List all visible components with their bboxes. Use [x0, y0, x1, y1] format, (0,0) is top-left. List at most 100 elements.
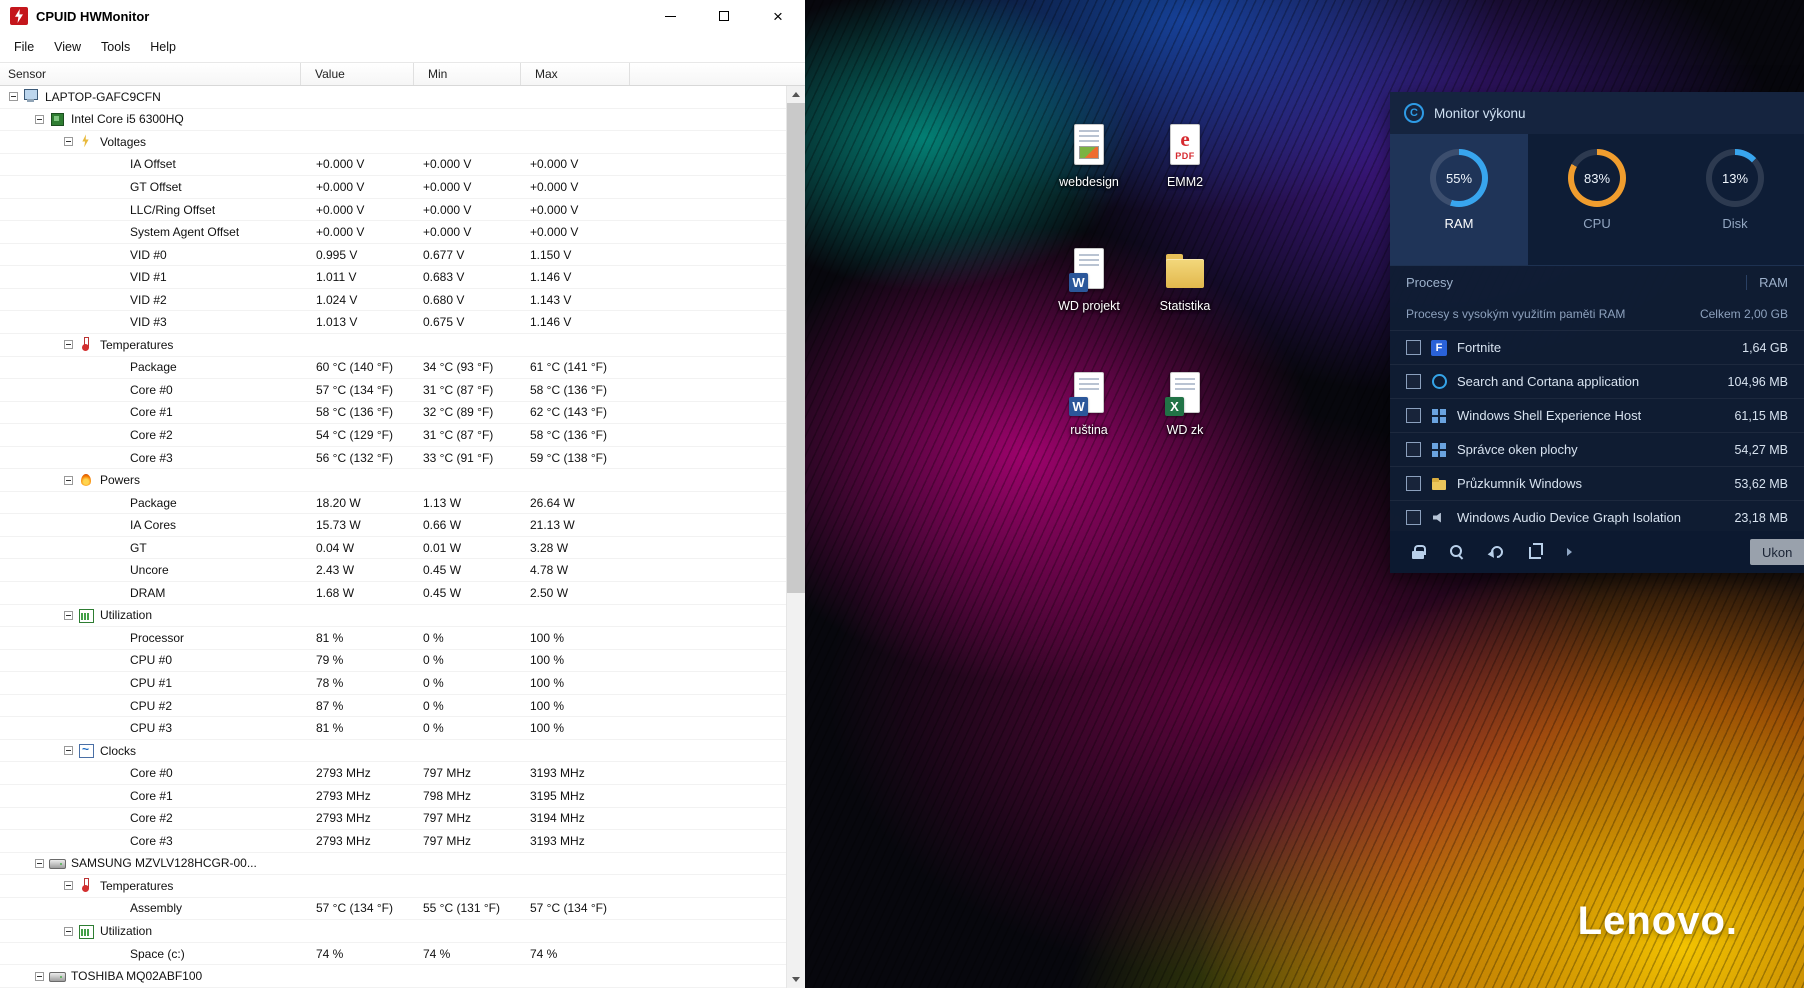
tree-row[interactable]: GT0.04 W0.01 W3.28 W	[0, 537, 786, 560]
gauge-tab-ram[interactable]: 55%RAM	[1390, 134, 1528, 265]
tree-row[interactable]: TOSHIBA MQ02ABF100	[0, 965, 786, 988]
tree-row[interactable]: CPU #287 %0 %100 %	[0, 695, 786, 718]
gauge-tab-cpu[interactable]: 83%CPU	[1528, 134, 1666, 265]
tree-row[interactable]: SAMSUNG MZVLV128HCGR-00...	[0, 853, 786, 876]
tree-row[interactable]: GT Offset+0.000 V+0.000 V+0.000 V	[0, 176, 786, 199]
column-header-max[interactable]: Max	[521, 63, 630, 85]
process-row[interactable]: Průzkumník Windows53,62 MB	[1390, 466, 1804, 500]
process-row[interactable]: Windows Shell Experience Host61,15 MB	[1390, 398, 1804, 432]
tree-row[interactable]: Core #12793 MHz798 MHz3195 MHz	[0, 785, 786, 808]
tree-row[interactable]: Core #356 °C (132 °F)33 °C (91 °F)59 °C …	[0, 447, 786, 470]
expander-icon[interactable]	[64, 611, 73, 620]
tree-row[interactable]: IA Cores15.73 W0.66 W21.13 W	[0, 514, 786, 537]
process-row[interactable]: Search and Cortana application104,96 MB	[1390, 364, 1804, 398]
sensor-label: VID #3	[130, 315, 167, 329]
menu-view[interactable]: View	[44, 37, 91, 57]
undo-icon[interactable]	[1489, 544, 1506, 561]
tree-row[interactable]: Powers	[0, 469, 786, 492]
lock-icon[interactable]	[1412, 545, 1424, 559]
close-button[interactable]: ×	[751, 0, 805, 32]
tree-row[interactable]: LAPTOP-GAFC9CFN	[0, 86, 786, 109]
tree-row[interactable]: System Agent Offset+0.000 V+0.000 V+0.00…	[0, 221, 786, 244]
process-checkbox[interactable]	[1406, 476, 1421, 491]
tree-row[interactable]: IA Offset+0.000 V+0.000 V+0.000 V	[0, 154, 786, 177]
scroll-down-button[interactable]	[787, 971, 805, 988]
search-icon[interactable]	[1450, 545, 1465, 560]
maximize-button[interactable]	[697, 0, 751, 32]
tree-row[interactable]: VID #11.011 V0.683 V1.146 V	[0, 266, 786, 289]
tree-row[interactable]: Space (c:)74 %74 %74 %	[0, 943, 786, 966]
process-checkbox[interactable]	[1406, 340, 1421, 355]
menu-help[interactable]: Help	[140, 37, 186, 57]
process-checkbox[interactable]	[1406, 442, 1421, 457]
column-header-value[interactable]: Value	[301, 63, 414, 85]
desktop-icon-webdesign[interactable]: webdesign	[1041, 122, 1137, 246]
scroll-up-button[interactable]	[787, 86, 805, 103]
expander-icon[interactable]	[64, 881, 73, 890]
tree-row[interactable]: Temperatures	[0, 875, 786, 898]
tree-row[interactable]: Core #02793 MHz797 MHz3193 MHz	[0, 762, 786, 785]
expander-icon[interactable]	[35, 115, 44, 124]
tree-indent	[0, 750, 64, 751]
tree-row[interactable]: CPU #381 %0 %100 %	[0, 717, 786, 740]
expander-icon[interactable]	[64, 340, 73, 349]
desktop-icon-emm2[interactable]: ePDFEMM2	[1137, 122, 1233, 246]
tree-row[interactable]: Uncore2.43 W0.45 W4.78 W	[0, 559, 786, 582]
tree-row[interactable]: Core #158 °C (136 °F)32 °C (89 °F)62 °C …	[0, 402, 786, 425]
expander-icon[interactable]	[64, 927, 73, 936]
process-checkbox[interactable]	[1406, 408, 1421, 423]
tree-row[interactable]: Clocks	[0, 740, 786, 763]
tree-row[interactable]: CPU #178 %0 %100 %	[0, 672, 786, 695]
process-row[interactable]: Windows Audio Device Graph Isolation23,1…	[1390, 500, 1804, 531]
panel-header[interactable]: C Monitor výkonu	[1390, 92, 1804, 134]
process-checkbox[interactable]	[1406, 374, 1421, 389]
expander-icon[interactable]	[64, 137, 73, 146]
expander-icon[interactable]	[35, 859, 44, 868]
expander-icon[interactable]	[9, 92, 18, 101]
expander-icon[interactable]	[35, 972, 44, 981]
processes-sort-label[interactable]: RAM	[1746, 275, 1788, 290]
process-name: Windows Audio Device Graph Isolation	[1457, 510, 1681, 525]
title-bar[interactable]: CPUID HWMonitor ×	[0, 0, 805, 32]
gauge-tab-disk[interactable]: 13%Disk	[1666, 134, 1804, 265]
crop-icon[interactable]	[1529, 547, 1541, 559]
desktop-icon-wd-zk[interactable]: XWD zk	[1137, 370, 1233, 494]
caret-right-icon[interactable]	[1567, 548, 1572, 556]
column-header-min[interactable]: Min	[414, 63, 521, 85]
tree-row[interactable]: CPU #079 %0 %100 %	[0, 650, 786, 673]
desktop-icon-statistika[interactable]: Statistika	[1137, 246, 1233, 370]
tree-row[interactable]: Core #057 °C (134 °F)31 °C (87 °F)58 °C …	[0, 379, 786, 402]
desktop-icon-ru-tina[interactable]: Wruština	[1041, 370, 1137, 494]
expander-icon[interactable]	[64, 476, 73, 485]
tree-row[interactable]: Core #22793 MHz797 MHz3194 MHz	[0, 808, 786, 831]
tree-row[interactable]: Processor81 %0 %100 %	[0, 627, 786, 650]
scrollbar[interactable]	[786, 86, 805, 988]
tree-row[interactable]: Core #254 °C (129 °F)31 °C (87 °F)58 °C …	[0, 424, 786, 447]
scrollbar-thumb[interactable]	[787, 103, 805, 593]
tree-row[interactable]: Utilization	[0, 920, 786, 943]
tree-row[interactable]: Utilization	[0, 605, 786, 628]
tree-row[interactable]: VID #21.024 V0.680 V1.143 V	[0, 289, 786, 312]
tree-row[interactable]: DRAM1.68 W0.45 W2.50 W	[0, 582, 786, 605]
expander-icon[interactable]	[64, 746, 73, 755]
process-row[interactable]: FFortnite1,64 GB	[1390, 330, 1804, 364]
end-task-button[interactable]: Ukon	[1750, 539, 1804, 565]
tree-row[interactable]: Core #32793 MHz797 MHz3193 MHz	[0, 830, 786, 853]
column-header-sensor[interactable]: Sensor	[0, 63, 301, 85]
tree-row[interactable]: Assembly57 °C (134 °F)55 °C (131 °F)57 °…	[0, 898, 786, 921]
tree-row[interactable]: VID #31.013 V0.675 V1.146 V	[0, 311, 786, 334]
process-row[interactable]: Správce oken plochy54,27 MB	[1390, 432, 1804, 466]
desktop-icon-wd-projekt[interactable]: WWD projekt	[1041, 246, 1137, 370]
tree-row[interactable]: Package18.20 W1.13 W26.64 W	[0, 492, 786, 515]
tree-row[interactable]: Package60 °C (140 °F)34 °C (93 °F)61 °C …	[0, 357, 786, 380]
process-checkbox[interactable]	[1406, 510, 1421, 525]
tree-row[interactable]: LLC/Ring Offset+0.000 V+0.000 V+0.000 V	[0, 199, 786, 222]
tree-row[interactable]: Voltages	[0, 131, 786, 154]
minimize-button[interactable]	[643, 0, 697, 32]
menu-tools[interactable]: Tools	[91, 37, 140, 57]
menu-file[interactable]: File	[4, 37, 44, 57]
tree-row[interactable]: VID #00.995 V0.677 V1.150 V	[0, 244, 786, 267]
tree-indent	[0, 773, 130, 774]
tree-row[interactable]: Intel Core i5 6300HQ	[0, 109, 786, 132]
tree-row[interactable]: Temperatures	[0, 334, 786, 357]
